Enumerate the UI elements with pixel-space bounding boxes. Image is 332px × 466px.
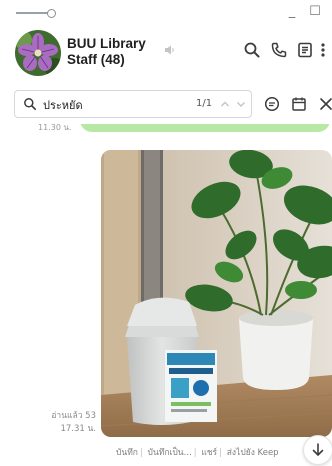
photo-actions: บันทึก | บันทึกเป็น... | แชร์ | ส่งไปยัง Ke… [116, 448, 279, 458]
chat-search-bar: 1/1 [0, 84, 332, 124]
more-options-icon[interactable] [318, 41, 328, 59]
search-box[interactable]: 1/1 [14, 90, 252, 118]
minimize-button[interactable]: _ [283, 2, 301, 22]
match-count: 1/1 [196, 98, 213, 109]
search-input[interactable] [43, 95, 173, 114]
previous-message-bubble[interactable] [80, 124, 330, 132]
calendar-icon[interactable] [291, 96, 307, 112]
group-avatar[interactable] [15, 30, 61, 76]
title-bar: _ ☐ [0, 0, 332, 24]
call-icon[interactable] [270, 41, 288, 59]
chat-header: BUU Library Staff (48) [0, 24, 332, 82]
speaker-icon [165, 45, 174, 55]
read-status: อ่านแล้ว 53 [51, 411, 96, 421]
share-action[interactable]: แชร์ [201, 448, 217, 458]
search-icon[interactable] [243, 41, 261, 59]
pin-slider-icon[interactable] [16, 9, 58, 18]
previous-message-time: 11.30 น. [38, 124, 72, 132]
message-time: 17.31 น. [60, 424, 96, 434]
group-name[interactable]: BUU Library Staff (48) [67, 36, 167, 68]
notes-icon[interactable] [296, 41, 314, 59]
message-photo[interactable] [101, 150, 332, 437]
chevron-up-icon[interactable] [219, 98, 231, 110]
save-as-action[interactable]: บันทึกเป็น... [148, 448, 192, 458]
message-list[interactable]: 11.30 น. อ่านแล้ว 53 17.31 น. บันทึก | บ… [0, 124, 332, 466]
close-icon[interactable] [318, 96, 332, 112]
maximize-button[interactable]: ☐ [306, 2, 324, 22]
scroll-to-bottom-button[interactable] [303, 435, 332, 465]
chevron-down-icon[interactable] [235, 98, 247, 110]
save-action[interactable]: บันทึก [116, 448, 138, 458]
arrow-down-icon [312, 443, 324, 456]
send-to-keep-action[interactable]: ส่งไปยัง Keep [227, 448, 279, 458]
search-icon [24, 98, 37, 111]
chat-bubble-icon[interactable] [264, 96, 280, 112]
